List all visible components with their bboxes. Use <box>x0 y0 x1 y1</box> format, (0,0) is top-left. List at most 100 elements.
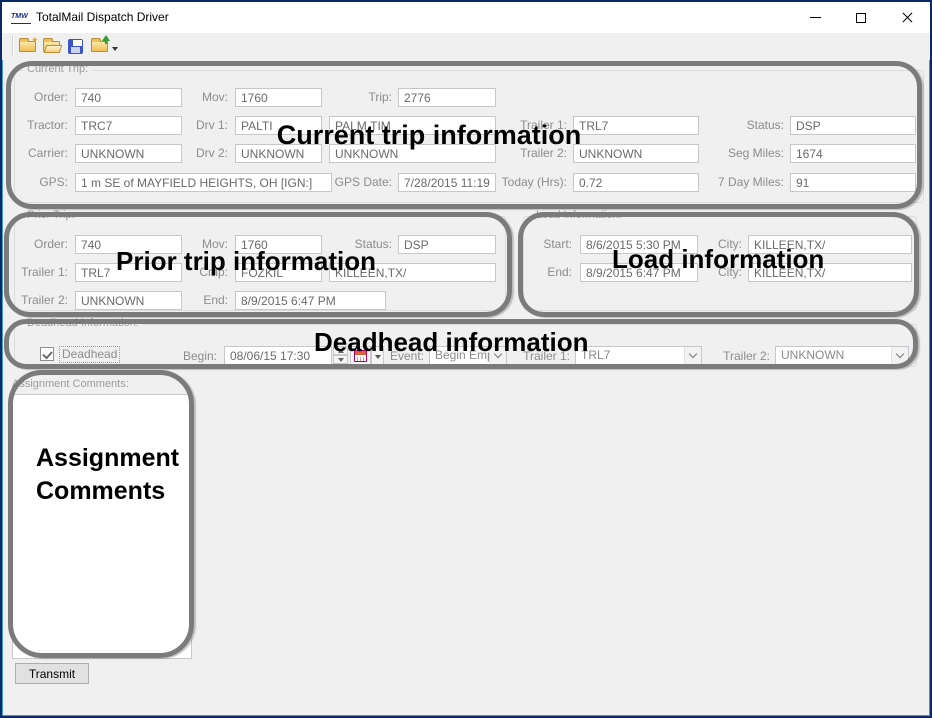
title-bar: TMW TotalMail Dispatch Driver <box>2 2 930 33</box>
close-button[interactable] <box>884 2 930 33</box>
gps-date-field[interactable] <box>398 173 496 192</box>
chevron-down-icon[interactable] <box>891 347 908 364</box>
app-logo-icon: TMW <box>11 11 31 24</box>
mov-label: Mov: <box>176 88 228 107</box>
drv1-field[interactable] <box>235 116 322 135</box>
prior-end-field[interactable] <box>235 291 386 310</box>
trip-label: Trip: <box>338 88 392 107</box>
seven-day-miles-field[interactable] <box>790 173 916 192</box>
today-hrs-field[interactable] <box>573 173 699 192</box>
current-trip-legend: Current Trip: <box>23 63 92 75</box>
export-icon <box>91 41 108 52</box>
prior-order-field[interactable] <box>75 235 182 254</box>
prior-trailer1-label: Trailer 1: <box>8 263 68 282</box>
open-icon <box>43 41 60 52</box>
drv2-label: Drv 2: <box>176 144 228 163</box>
drv1-label: Drv 1: <box>176 116 228 135</box>
prior-trip-legend: Prior Trip: <box>23 209 79 221</box>
deadhead-checkbox[interactable] <box>40 347 54 361</box>
trailer1-label: Trailer 1: <box>501 116 567 135</box>
deadhead-trailer1-dropdown[interactable]: TRL7 <box>575 346 702 365</box>
deadhead-trailer1-label: Trailer 1: <box>510 347 570 366</box>
status-label: Status: <box>712 116 784 135</box>
carrier-label: Carrier: <box>8 144 68 163</box>
order-label: Order: <box>8 88 68 107</box>
prior-cmp-field[interactable] <box>235 263 322 282</box>
load-start-field[interactable] <box>580 235 698 254</box>
maximize-button[interactable] <box>838 2 884 33</box>
begin-spinner[interactable] <box>333 346 348 365</box>
load-start-city-field[interactable] <box>748 235 912 254</box>
open-button[interactable] <box>40 36 62 57</box>
chevron-down-icon[interactable] <box>684 347 701 364</box>
app-window: TMW TotalMail Dispatch Driver ✦ Current … <box>0 0 932 718</box>
toolbar-options-icon[interactable] <box>112 47 118 51</box>
chevron-down-icon[interactable] <box>489 347 506 364</box>
deadhead-trailer2-dropdown[interactable]: UNKNOWN <box>775 346 909 365</box>
tractor-label: Tractor: <box>8 116 68 135</box>
gps-label: GPS: <box>8 173 68 192</box>
trailer1-field[interactable] <box>573 116 699 135</box>
prior-mov-field[interactable] <box>235 235 322 254</box>
gps-field[interactable] <box>75 173 332 192</box>
close-icon <box>901 11 914 24</box>
drv1-name-field[interactable] <box>329 116 496 135</box>
prior-status-field[interactable] <box>398 235 496 254</box>
window-title: TotalMail Dispatch Driver <box>36 10 169 24</box>
prior-mov-label: Mov: <box>176 235 228 254</box>
event-dropdown[interactable]: Begin Empty <box>429 346 507 365</box>
drv2-name-field[interactable] <box>329 144 496 163</box>
load-end-label: End: <box>522 263 572 282</box>
minimize-icon <box>810 17 821 18</box>
deadhead-trailer1-value: TRL7 <box>581 348 610 362</box>
deadhead-trailer2-label: Trailer 2: <box>708 347 770 366</box>
drv2-field[interactable] <box>235 144 322 163</box>
prior-order-label: Order: <box>8 235 68 254</box>
seg-miles-field[interactable] <box>790 144 916 163</box>
spinner-down-icon[interactable] <box>333 355 348 364</box>
new-button[interactable]: ✦ <box>16 36 38 57</box>
spinner-up-icon[interactable] <box>333 346 348 355</box>
transmit-button[interactable]: Transmit <box>15 663 89 684</box>
trailer2-field[interactable] <box>573 144 699 163</box>
trailer2-label: Trailer 2: <box>501 144 567 163</box>
assignment-comments-input[interactable] <box>12 394 192 659</box>
mov-field[interactable] <box>235 88 322 107</box>
order-field[interactable] <box>75 88 182 107</box>
today-hrs-label: Today (Hrs): <box>489 173 567 192</box>
carrier-field[interactable] <box>75 144 182 163</box>
prior-status-label: Status: <box>326 235 392 254</box>
load-end-field[interactable] <box>580 263 698 282</box>
load-info-legend: Load Information: <box>532 209 626 221</box>
tractor-field[interactable] <box>75 116 182 135</box>
prior-cmp-city-field[interactable] <box>329 263 496 282</box>
toolbar-grip <box>12 36 14 56</box>
load-start-label: Start: <box>522 235 572 254</box>
begin-calendar-button[interactable] <box>350 346 371 365</box>
prior-trailer1-field[interactable] <box>75 263 182 282</box>
seg-miles-label: Seg Miles: <box>712 144 784 163</box>
calendar-icon <box>354 350 367 362</box>
deadhead-legend: Deadhead Information: <box>23 317 143 329</box>
export-button[interactable] <box>88 36 110 57</box>
prior-cmp-label: Cmp: <box>176 263 228 282</box>
prior-end-label: End: <box>176 291 228 310</box>
seven-day-miles-label: 7 Day Miles: <box>696 173 784 192</box>
maximize-icon <box>856 13 866 23</box>
status-field[interactable] <box>790 116 916 135</box>
minimize-button[interactable] <box>792 2 838 33</box>
new-icon: ✦ <box>19 41 36 52</box>
prior-trailer2-label: Trailer 2: <box>8 291 68 310</box>
save-icon <box>68 39 83 54</box>
event-label: Event: <box>378 347 424 366</box>
gps-date-label: GPS Date: <box>332 173 392 192</box>
begin-field[interactable] <box>224 346 332 365</box>
load-start-city-label: City: <box>700 235 742 254</box>
save-button[interactable] <box>64 36 86 57</box>
trip-field[interactable] <box>398 88 496 107</box>
load-end-city-label: City: <box>700 263 742 282</box>
assignment-comments-label: Assignment Comments: <box>12 378 129 390</box>
deadhead-checkbox-label[interactable]: Deadhead <box>59 346 120 363</box>
load-end-city-field[interactable] <box>748 263 912 282</box>
prior-trailer2-field[interactable] <box>75 291 182 310</box>
